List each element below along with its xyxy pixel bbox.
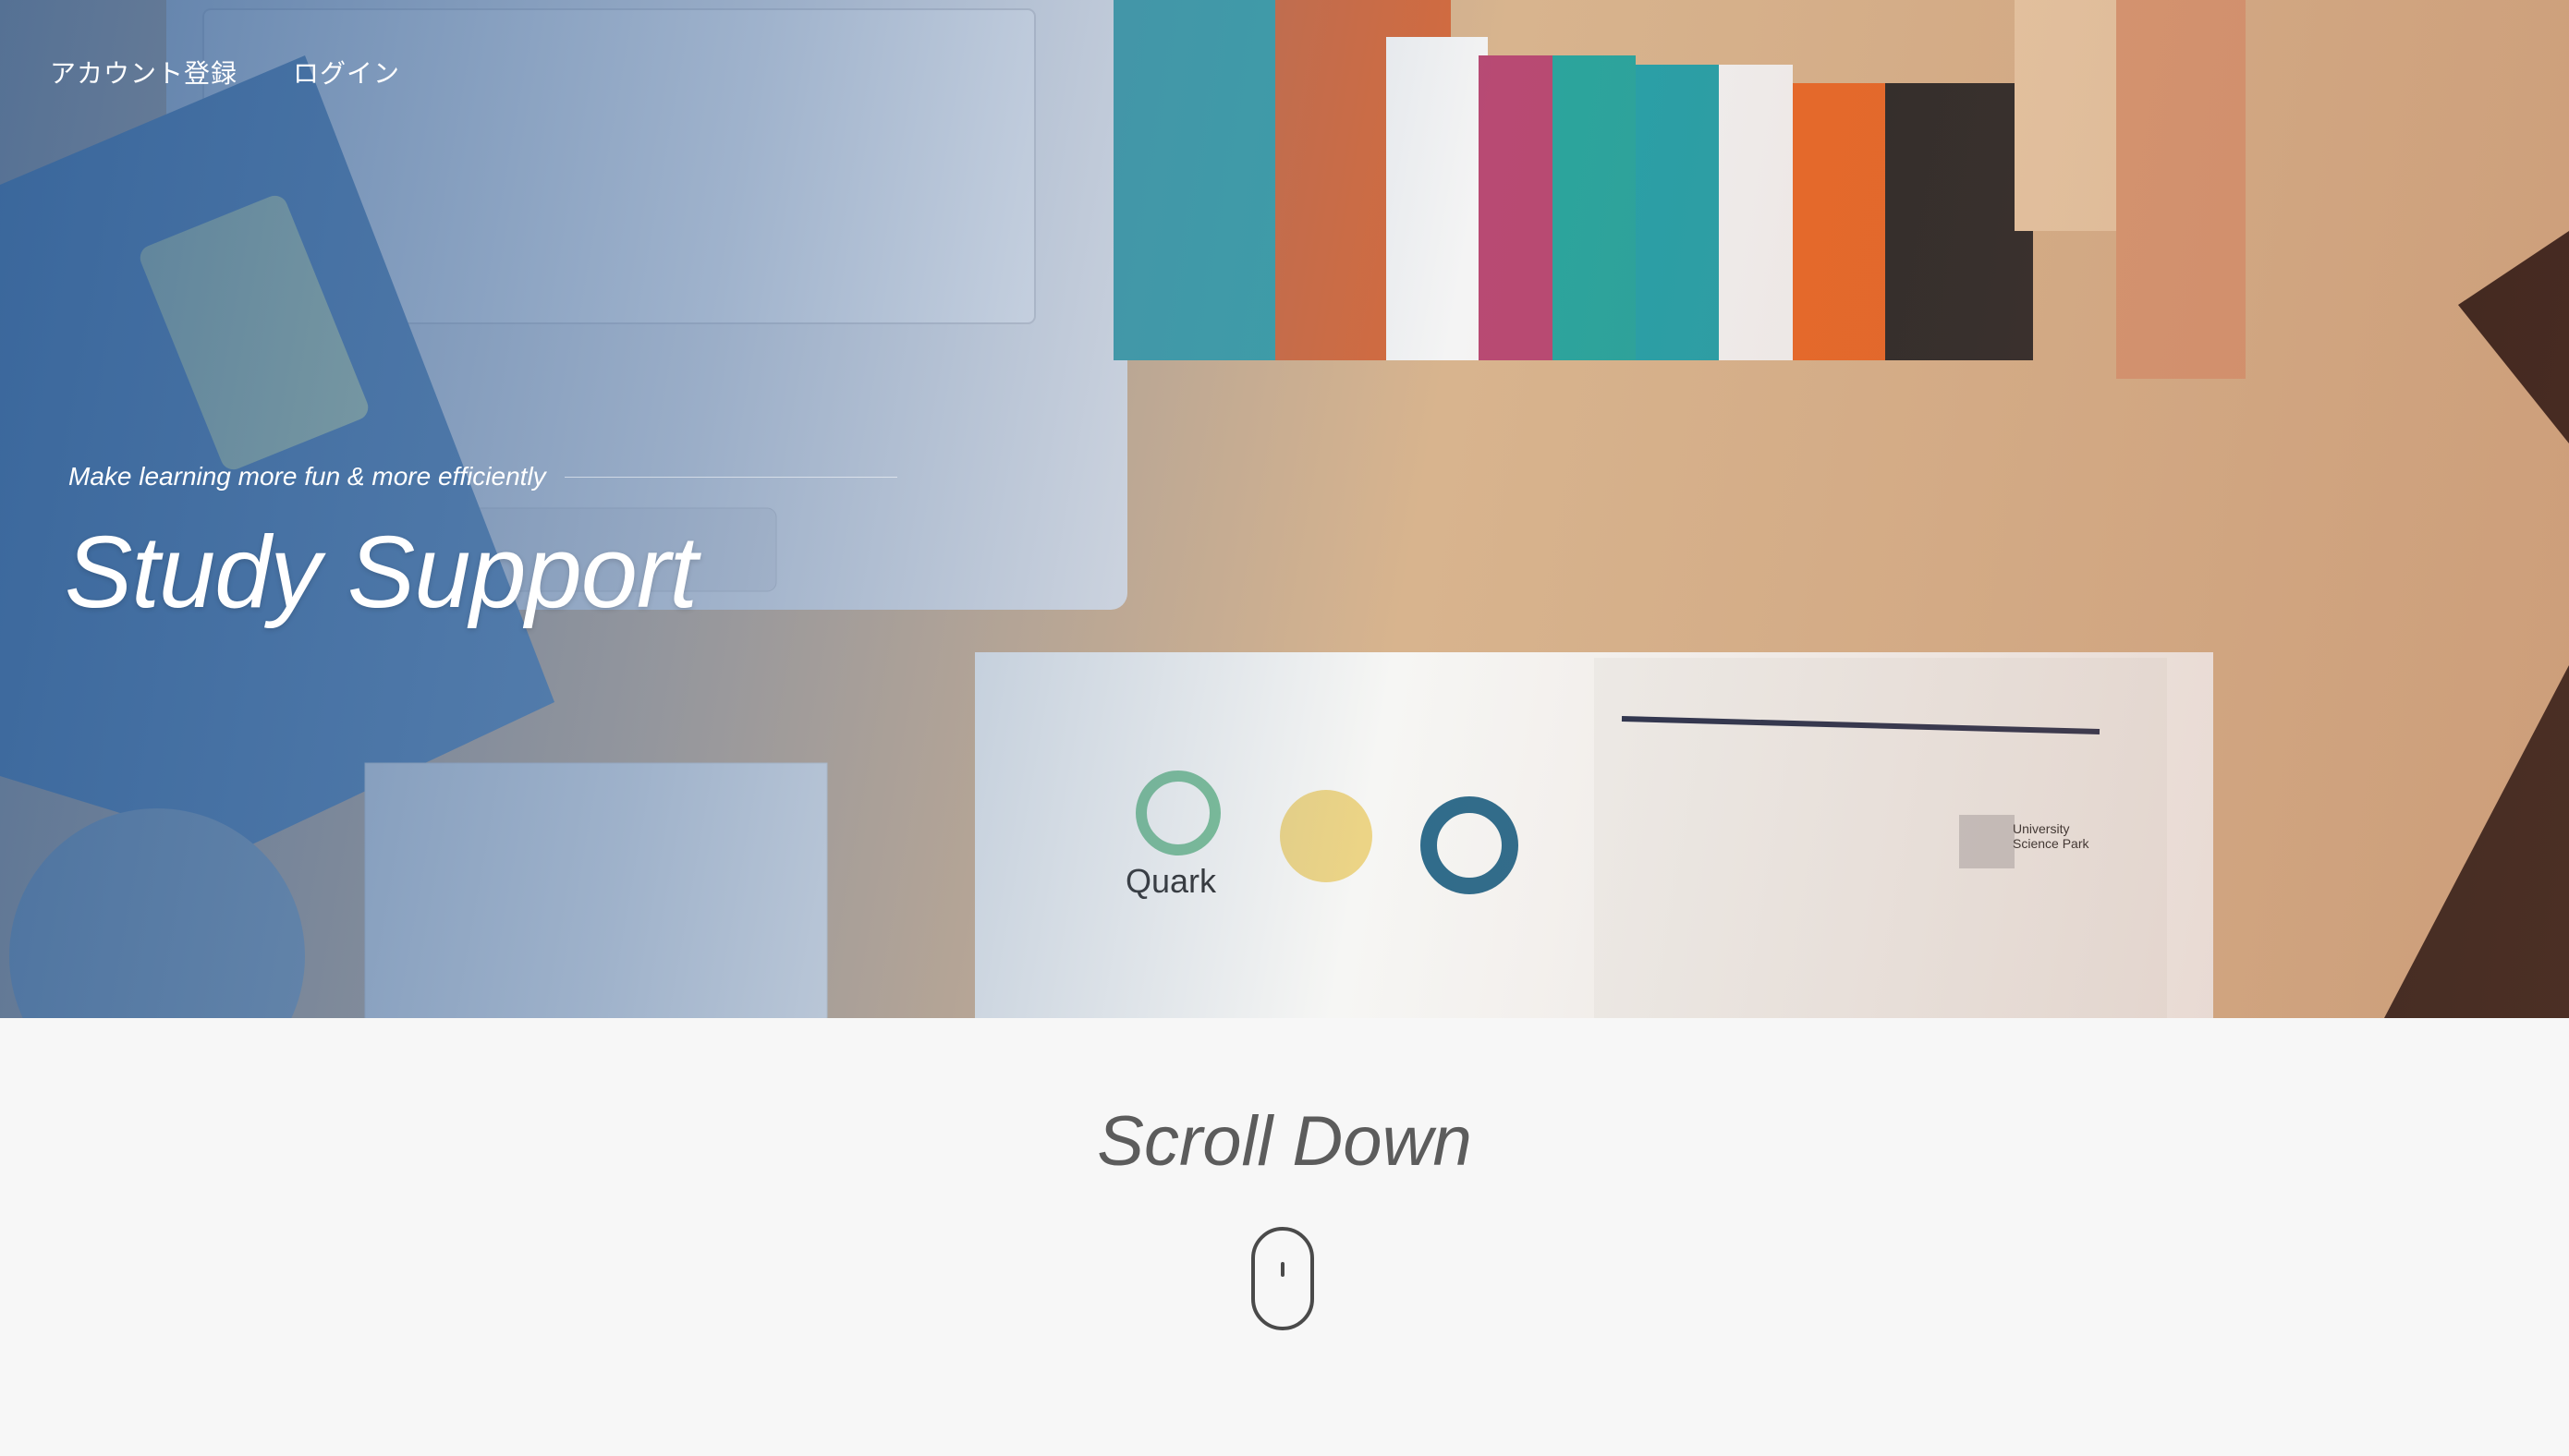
tagline-divider: [564, 476, 897, 478]
tagline-row: Make learning more fun & more efficientl…: [68, 462, 897, 491]
register-link[interactable]: アカウント登録: [50, 54, 237, 91]
hero-section: Quark University Science Park アカウント登録 ログ…: [0, 0, 2569, 1018]
mouse-icon[interactable]: [1251, 1227, 1314, 1330]
scroll-section: Scroll Down: [0, 1018, 2569, 1456]
hero-color-overlay: [0, 0, 2569, 1018]
hero-tagline: Make learning more fun & more efficientl…: [68, 462, 546, 491]
login-link[interactable]: ログイン: [293, 54, 400, 91]
mouse-wheel: [1281, 1262, 1284, 1277]
top-nav: アカウント登録 ログイン: [50, 54, 400, 91]
scroll-down-label: Scroll Down: [1097, 1102, 1472, 1181]
hero-title: Study Support: [65, 516, 698, 629]
